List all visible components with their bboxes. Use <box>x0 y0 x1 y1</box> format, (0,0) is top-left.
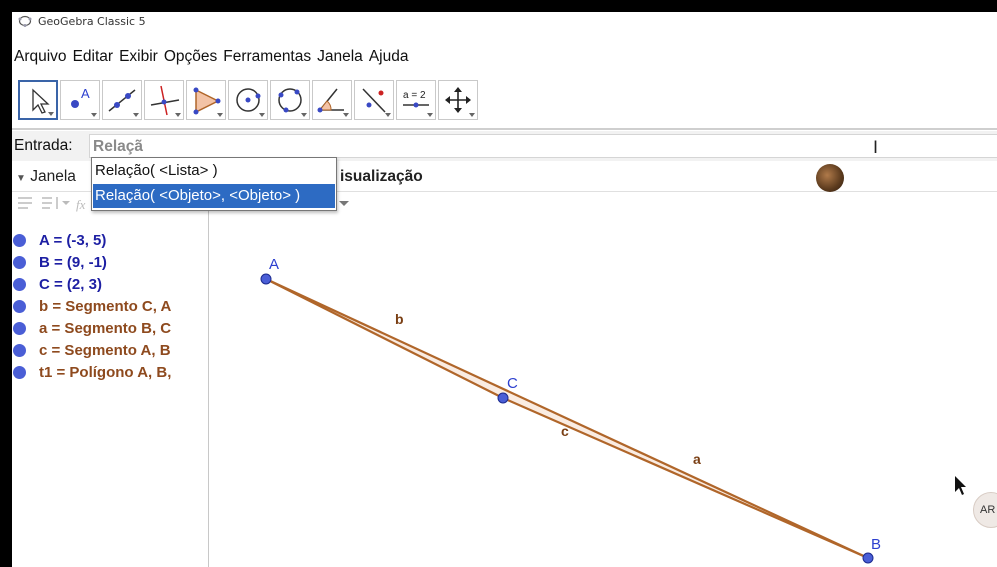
algebra-item-point-a[interactable]: A = (-3, 5) <box>12 229 106 251</box>
visibility-dot-icon[interactable] <box>13 277 26 291</box>
input-field[interactable]: Relaçã I <box>89 134 997 158</box>
svg-text:a = 2: a = 2 <box>403 90 426 101</box>
input-label: Entrada: <box>14 137 73 154</box>
algebra-item-segment-a[interactable]: a = Segmento B, C <box>12 317 171 339</box>
tool-slider[interactable]: a = 2 <box>396 80 436 120</box>
algebra-item-polygon-t1[interactable]: t1 = Polígono A, B, <box>12 361 171 383</box>
tool-reflect[interactable] <box>354 80 394 120</box>
algebra-item-point-b[interactable]: B = (9, -1) <box>12 251 107 273</box>
label-segment-b: b <box>395 311 404 327</box>
algebra-view-title: Janela <box>30 168 76 185</box>
algebra-item-point-c[interactable]: C = (2, 3) <box>12 273 102 295</box>
algebra-view: fx A = (-3, 5) B = (9, -1) C = (2, 3) b … <box>12 192 209 567</box>
autocomplete-popup: Relação( <Lista> ) Relação( <Objeto>, <O… <box>91 157 337 211</box>
label-point-b: B <box>871 536 881 553</box>
mouse-pointer-icon <box>955 476 966 495</box>
svg-text:A: A <box>81 86 90 101</box>
geogebra-logo-icon <box>18 15 32 27</box>
segment-b[interactable] <box>265 278 504 399</box>
algebra-view-header[interactable]: ▼ Janela <box>16 168 76 186</box>
algebra-item-segment-b[interactable]: b = Segmento C, A <box>12 295 171 317</box>
tool-line[interactable] <box>102 80 142 120</box>
menu-ajuda[interactable]: Ajuda <box>369 48 409 66</box>
tool-angle[interactable] <box>312 80 352 120</box>
sort-icon[interactable]: fx <box>16 193 96 215</box>
tool-move-graphics[interactable] <box>438 80 478 120</box>
graphics-view-title: isualização <box>340 168 423 185</box>
visibility-dot-icon[interactable] <box>13 365 26 379</box>
label-point-a: A <box>269 256 279 273</box>
user-avatar[interactable] <box>816 164 844 192</box>
tool-polygon[interactable] <box>186 80 226 120</box>
label-segment-a: a <box>693 451 701 467</box>
graphics-view[interactable]: A C B b c a <box>209 192 997 567</box>
point-a[interactable] <box>260 273 272 285</box>
geometry-canvas[interactable]: A C B b c a <box>209 192 997 567</box>
tool-perpendicular[interactable] <box>144 80 184 120</box>
label-segment-c: c <box>561 423 569 439</box>
visibility-dot-icon[interactable] <box>13 255 26 269</box>
point-c[interactable] <box>497 392 509 404</box>
segment-a[interactable] <box>502 396 869 560</box>
input-text: Relaçã <box>93 138 143 155</box>
title-bar: GeoGebra Classic 5 <box>12 0 997 30</box>
tool-point[interactable]: A <box>60 80 100 120</box>
visibility-dot-icon[interactable] <box>13 299 26 313</box>
menu-janela[interactable]: Janela <box>317 48 363 66</box>
menu-arquivo[interactable]: Arquivo <box>14 48 67 66</box>
algebra-item-segment-c[interactable]: c = Segmento A, B <box>12 339 171 361</box>
text-cursor-icon: I <box>873 138 879 158</box>
menu-ferramentas[interactable]: Ferramentas <box>223 48 311 66</box>
geogebra-window: GeoGebra Classic 5 Arquivo Editar Exibir… <box>12 0 997 567</box>
visibility-dot-icon[interactable] <box>13 233 26 247</box>
visibility-dot-icon[interactable] <box>13 343 26 357</box>
menu-bar: Arquivo Editar Exibir Opções Ferramentas… <box>12 43 997 71</box>
window-title: GeoGebra Classic 5 <box>38 14 146 28</box>
toolbar-separator <box>12 128 997 130</box>
tool-circle-three-points[interactable] <box>270 80 310 120</box>
tool-move[interactable] <box>18 80 58 120</box>
toolbar: A a = 2 <box>12 77 997 123</box>
autocomplete-option[interactable]: Relação( <Lista> ) <box>93 159 335 183</box>
menu-exibir[interactable]: Exibir <box>119 48 158 66</box>
menu-editar[interactable]: Editar <box>73 48 114 66</box>
collapse-triangle-icon: ▼ <box>16 173 26 184</box>
svg-text:fx: fx <box>76 197 86 212</box>
point-b[interactable] <box>862 552 874 564</box>
segment-c[interactable] <box>265 278 869 559</box>
autocomplete-option-selected[interactable]: Relação( <Objeto>, <Objeto> ) <box>93 184 335 208</box>
tool-circle[interactable] <box>228 80 268 120</box>
menu-opcoes[interactable]: Opções <box>164 48 217 66</box>
label-point-c: C <box>507 375 518 392</box>
visibility-dot-icon[interactable] <box>13 321 26 335</box>
